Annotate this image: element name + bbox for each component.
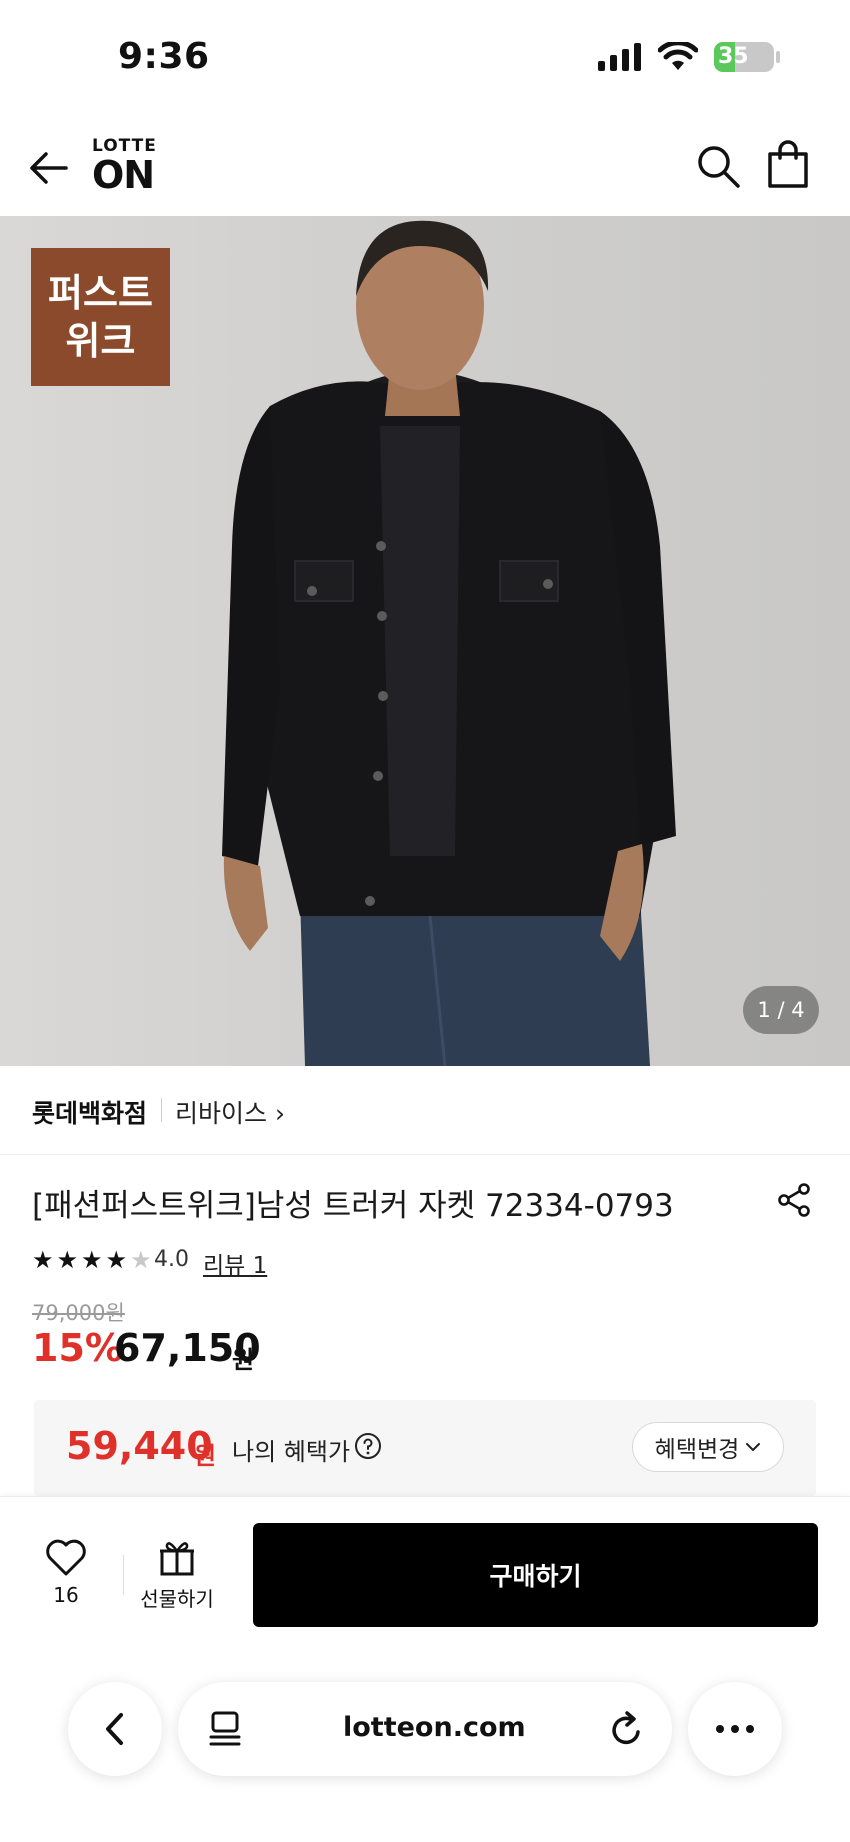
first-week-badge: 퍼스트 위크 [31,248,170,386]
change-benefit-button[interactable]: 혜택변경 [632,1422,784,1472]
benefit-label: 나의 혜택가 [232,1438,351,1466]
gift-icon [160,1542,194,1576]
browser-more-button[interactable] [688,1682,782,1776]
image-pager: 1 / 4 [743,986,819,1034]
status-time: 9:36 [118,36,210,77]
review-link[interactable]: 리뷰 1 [203,1246,267,1280]
seller-row: 롯데백화점 리바이스 › [0,1066,850,1155]
help-icon[interactable] [354,1432,382,1460]
share-icon[interactable] [776,1182,812,1218]
browser-toolbar: lotteon.com [0,1642,850,1842]
reload-icon[interactable] [610,1710,646,1748]
battery-cap [776,51,780,63]
star-icon: ★ [105,1246,128,1274]
benefit-price-box: 59,440 원 나의 혜택가 혜택변경 [34,1400,816,1496]
gift-label: 선물하기 [140,1587,214,1611]
wifi-icon [658,42,698,70]
original-price: 79,000원 [32,1301,125,1325]
brand-link[interactable]: 리바이스 › [175,1094,285,1130]
signal-icon [598,43,641,71]
chevron-down-icon [746,1443,761,1451]
divider [123,1555,124,1595]
logo-big-text: ON [92,153,155,197]
buy-button[interactable]: 구매하기 [253,1523,818,1627]
heart-icon [46,1539,86,1576]
wishlist-button[interactable]: 16 [36,1537,96,1617]
rating-value: 4.0 [154,1247,189,1272]
browser-back-button[interactable] [68,1682,162,1776]
search-icon[interactable] [694,142,742,190]
battery-level: 35 [718,44,749,69]
product-title: [패션퍼스트위크]남성 트러커 자켓 72334-0793 [32,1188,674,1224]
shopping-bag-icon[interactable] [764,140,812,190]
star-icon: ★ [81,1246,103,1274]
change-benefit-label: 혜택변경 [654,1437,740,1463]
url-text: lotteon.com [343,1712,526,1743]
store-name[interactable]: 롯데백화점 [32,1094,147,1130]
purchase-action-bar: 16 선물하기 구매하기 [0,1496,850,1643]
address-bar[interactable]: lotteon.com [178,1682,672,1776]
discount-rate: 15% [32,1326,123,1370]
tab-overview-icon[interactable] [208,1710,242,1748]
more-dots-icon [716,1725,754,1733]
badge-line2: 위크 [65,319,136,363]
top-nav: LOTTE ON [0,120,850,217]
star-rating: ★ ★ ★ ★ ★ [32,1248,152,1272]
sale-price-unit: 원 [232,1346,255,1374]
benefit-price: 59,440 [66,1424,213,1468]
product-image[interactable]: 퍼스트 위크 1 / 4 [0,216,850,1066]
benefit-price-unit: 원 [194,1442,217,1470]
wishlist-count: 16 [53,1583,79,1607]
lotte-on-logo[interactable]: LOTTE ON [92,138,157,197]
chevron-left-icon [106,1713,123,1745]
star-icon: ★ [32,1246,54,1274]
badge-line1: 퍼스트 [48,271,153,315]
star-icon: ★ [56,1246,79,1274]
star-icon: ★ [130,1246,152,1274]
battery-icon: 35 [714,42,774,72]
divider [161,1098,162,1122]
status-icons: 35 [598,40,780,74]
gift-button[interactable]: 선물하기 [132,1537,222,1617]
back-arrow-icon[interactable] [26,146,70,190]
